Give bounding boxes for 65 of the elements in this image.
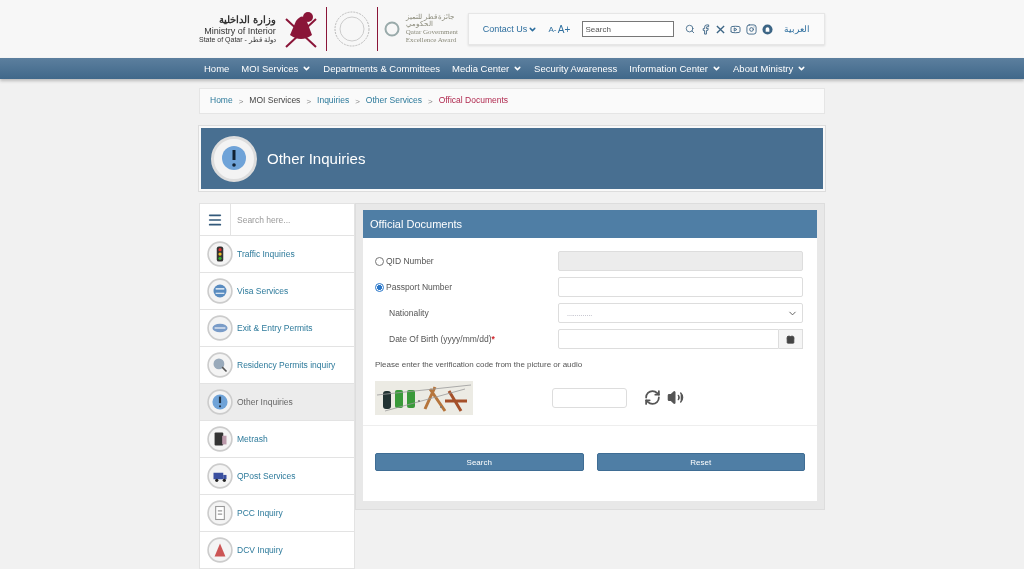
breadcrumb-item: Offical Documents: [438, 96, 509, 106]
radio-option[interactable]: QID Number: [375, 256, 558, 266]
nav-item[interactable]: Security Awareness: [534, 63, 618, 75]
search-field[interactable]: Search: [581, 21, 674, 38]
radio-button[interactable]: [375, 256, 384, 266]
document-icon: [207, 500, 233, 526]
reset-button[interactable]: Reset: [596, 453, 805, 471]
sidebar-item[interactable]: Other Inquiries: [199, 384, 355, 421]
breadcrumb-link[interactable]: Inquiries: [317, 96, 350, 106]
nav-item[interactable]: Media Center: [452, 63, 523, 75]
exclamation-icon: [207, 389, 233, 415]
nav-item[interactable]: About Ministry: [733, 63, 807, 75]
logo-arabic-name: وزارة الداخلية: [219, 14, 276, 26]
sidebar-item[interactable]: PCC Inquiry: [199, 495, 355, 532]
contact-us-link[interactable]: Contact Us: [482, 24, 538, 35]
nav-item[interactable]: MOI Services: [241, 63, 312, 75]
language-link[interactable]: العربية: [784, 24, 810, 35]
traffic-light-icon: [207, 241, 233, 267]
search-button[interactable]: Search: [375, 453, 584, 471]
speaker-icon[interactable]: [667, 388, 684, 406]
banner-title: Other Inquiries: [267, 150, 366, 167]
award-badge-icon: [332, 10, 371, 49]
sidebar-item[interactable]: Exit & Entry Permits: [199, 310, 355, 347]
sidebar-item[interactable]: DCV Inquiry: [199, 532, 355, 569]
nav-item[interactable]: Home: [204, 63, 230, 75]
form-title: Official Documents: [363, 210, 817, 238]
font-smaller-button[interactable]: A-: [548, 24, 557, 34]
input-field[interactable]: [558, 277, 803, 297]
menu-icon[interactable]: [199, 203, 231, 236]
youtube-icon[interactable]: [729, 23, 741, 35]
radio-button[interactable]: [375, 282, 384, 292]
breadcrumb-separator: >: [238, 96, 244, 106]
ghost-icon[interactable]: [761, 23, 773, 35]
search-icon[interactable]: [684, 24, 695, 35]
ring-icon: [383, 21, 400, 38]
exclamation-icon: [211, 135, 257, 182]
date-field[interactable]: [558, 329, 779, 349]
field-label: Nationality: [388, 308, 430, 318]
x-icon[interactable]: [715, 24, 725, 34]
breadcrumb-link[interactable]: Other Services: [365, 96, 423, 106]
instagram-icon[interactable]: [745, 23, 757, 35]
magnifier-icon: [207, 352, 233, 378]
sidebar-item[interactable]: Residency Permits inquiry: [199, 347, 355, 384]
breadcrumb-link[interactable]: Home: [210, 96, 233, 106]
sidebar-item[interactable]: Metrash: [199, 421, 355, 458]
font-larger-button[interactable]: A+: [557, 23, 571, 35]
sidebar-item[interactable]: Visa Services: [199, 273, 355, 310]
captcha-instruction: Please enter the verification code from the picture or audio: [374, 359, 584, 369]
breadcrumb-separator: >: [306, 96, 312, 106]
nav-item[interactable]: Information Center: [629, 63, 722, 75]
sidebar-item[interactable]: Traffic Inquiries: [199, 236, 355, 273]
truck-icon: [207, 463, 233, 489]
breadcrumb-separator: >: [355, 96, 360, 106]
breadcrumb-separator: >: [428, 96, 433, 106]
sidebar-item[interactable]: QPost Services: [199, 458, 355, 495]
logo-name: Ministry of Interior: [204, 25, 276, 36]
radio-option[interactable]: Passport Number: [375, 282, 558, 292]
breadcrumb-item: MOI Services: [249, 96, 301, 106]
nav-item[interactable]: Departments & Committees: [323, 63, 441, 75]
captcha-field[interactable]: [552, 388, 627, 408]
building-icon: [207, 537, 233, 563]
calendar-icon[interactable]: [779, 329, 803, 349]
field-label: Date Of Birth (yyyy/mm/dd)*: [388, 334, 496, 344]
phone-icon: [207, 426, 233, 452]
refresh-icon[interactable]: [644, 388, 661, 406]
